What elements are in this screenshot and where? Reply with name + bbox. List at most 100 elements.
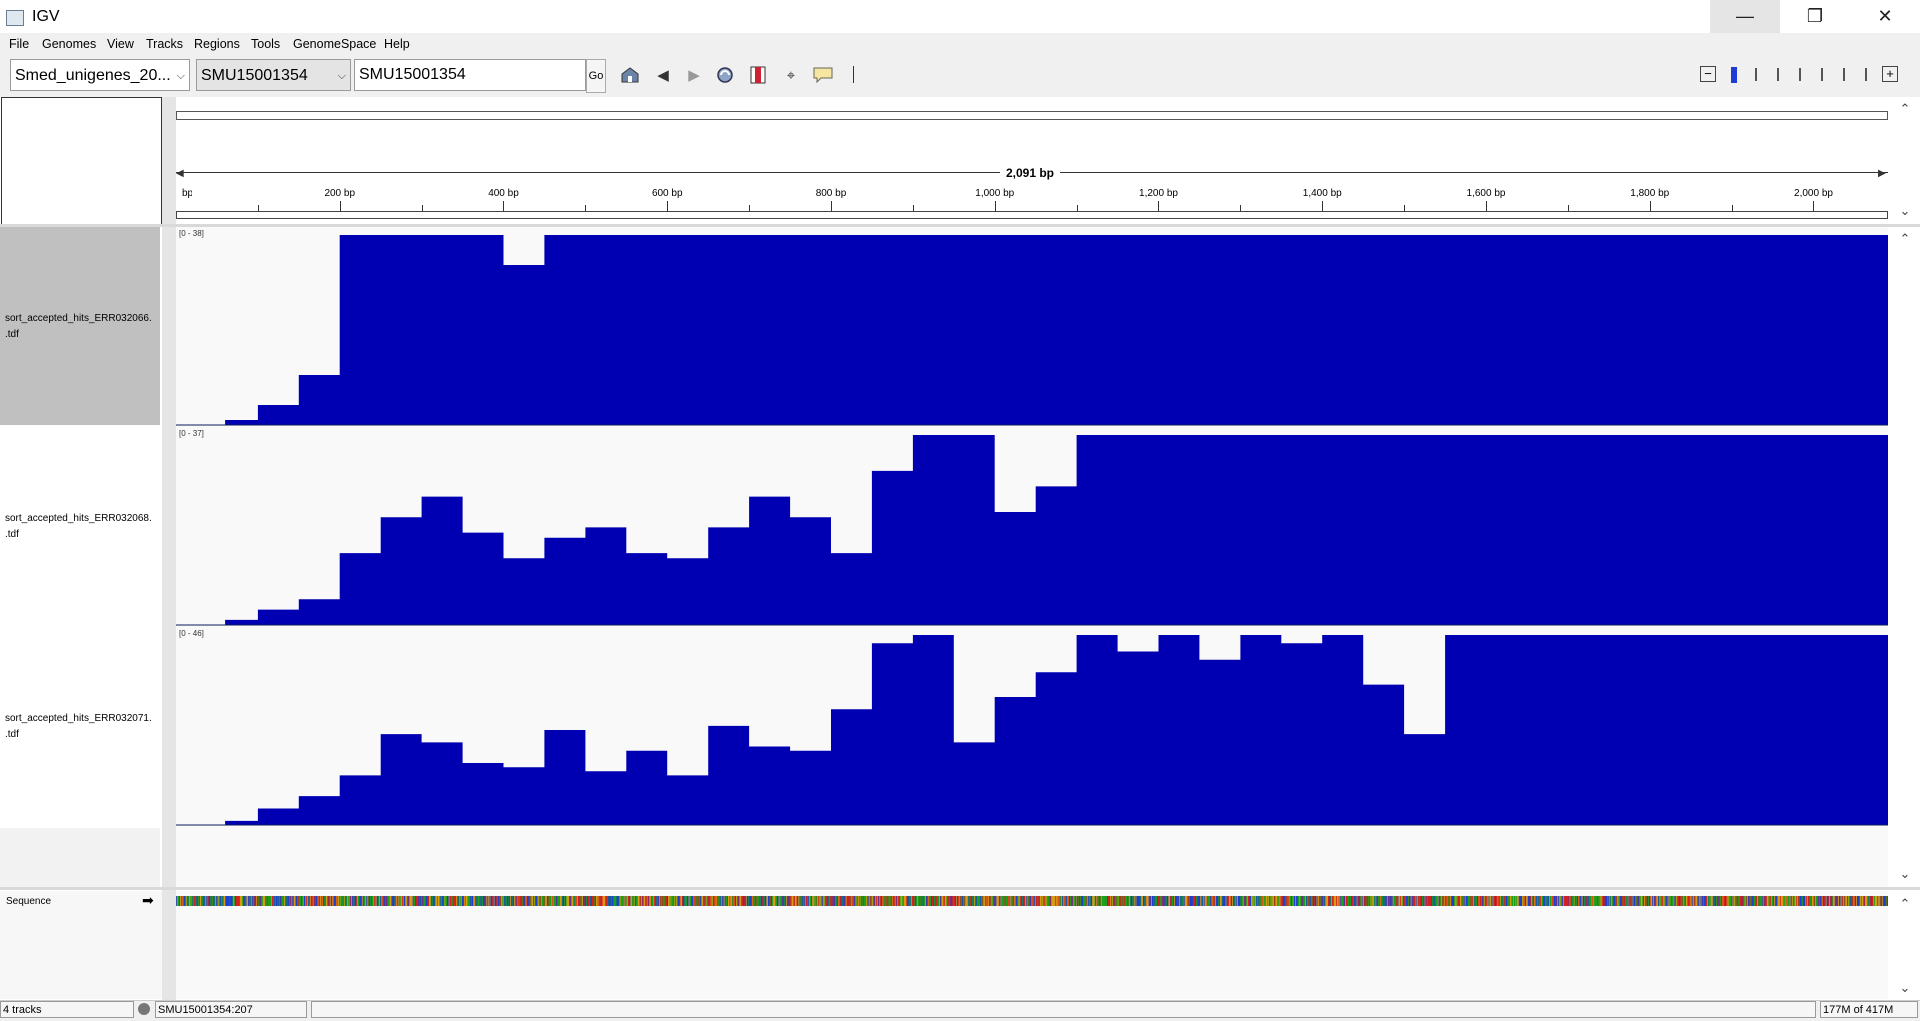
menu-file[interactable]: File xyxy=(9,37,29,51)
back-icon[interactable]: ◀ xyxy=(652,64,674,86)
ruler-tick-label: 400 bp xyxy=(488,188,519,199)
ruler-tick xyxy=(1322,201,1324,211)
message-status xyxy=(311,1001,1816,1018)
sequence-track-label[interactable]: Sequence xyxy=(6,896,51,907)
chevron-down-icon: ⌵ xyxy=(337,70,346,82)
genome-dropdown[interactable]: Smed_unigenes_20... ⌵ xyxy=(10,59,190,91)
genome-value: Smed_unigenes_20... xyxy=(15,67,171,84)
coverage-area-track-1[interactable] xyxy=(176,235,1888,425)
zoom-tick[interactable] xyxy=(1843,68,1845,81)
menu-tools[interactable]: Tools xyxy=(251,37,280,51)
ruler-tick xyxy=(1485,201,1487,211)
ruler-tick xyxy=(503,201,505,211)
refresh-icon[interactable] xyxy=(714,64,736,86)
ruler-icon[interactable] xyxy=(853,66,854,83)
ruler-tick xyxy=(1158,201,1160,211)
zoom-out-button[interactable]: − xyxy=(1700,66,1716,82)
region-icon[interactable] xyxy=(747,64,769,86)
close-button[interactable]: ✕ xyxy=(1850,0,1920,33)
track-name-ext: .tdf xyxy=(5,729,19,740)
resize-icon[interactable]: ⌖ xyxy=(780,64,802,86)
menu-view[interactable]: View xyxy=(107,37,134,51)
track-name-text: sort_accepted_hits_ERR032066. xyxy=(5,313,152,324)
chromosome-value: SMU15001354 xyxy=(201,67,308,84)
menu-regions[interactable]: Regions xyxy=(194,37,240,51)
window-title: IGV xyxy=(32,8,60,25)
menu-genomespace[interactable]: GenomeSpace xyxy=(293,37,376,51)
ruler-tick-label: 200 bp xyxy=(324,188,356,199)
scroll-up-icon[interactable]: ⌃ xyxy=(1897,896,1913,912)
minimize-button[interactable]: — xyxy=(1710,0,1780,33)
zoom-tick[interactable] xyxy=(1865,68,1867,81)
scroll-down-icon[interactable]: ⌄ xyxy=(1897,980,1913,996)
forward-icon[interactable]: ▶ xyxy=(683,64,705,86)
ruler-tick xyxy=(1813,201,1815,211)
ruler-tick-label: 1,200 bp xyxy=(1139,188,1178,199)
name-data-divider[interactable] xyxy=(162,97,176,1002)
igv-app-icon xyxy=(6,10,24,26)
coverage-data-panel[interactable] xyxy=(176,227,1888,887)
restore-button[interactable]: ❐ xyxy=(1780,0,1850,33)
track-range-label: [0 - 37] xyxy=(179,429,204,438)
track-name-text: sort_accepted_hits_ERR032068. xyxy=(5,513,152,524)
track-names-panel: sort_accepted_hits_ERR032066. .tdf sort_… xyxy=(0,227,162,887)
zoom-level-indicator[interactable] xyxy=(1731,67,1737,83)
chevron-down-icon: ⌵ xyxy=(176,70,185,82)
sequence-panel[interactable] xyxy=(176,891,1888,999)
memory-status: 177M of 417M xyxy=(1820,1001,1918,1018)
popup-text-icon[interactable] xyxy=(812,64,834,86)
zoom-tick[interactable] xyxy=(1799,68,1801,81)
scroll-up-icon[interactable]: ⌃ xyxy=(1897,101,1913,117)
ruler-tick-label: 1,600 bp xyxy=(1466,188,1506,199)
sequence-bases xyxy=(176,896,1888,906)
coverage-chart[interactable] xyxy=(176,227,1888,887)
ruler-tick xyxy=(339,201,341,211)
span-arrow-right-icon: ▶ xyxy=(1878,168,1886,179)
header-name-panel xyxy=(1,97,162,225)
coverage-area-track-3[interactable] xyxy=(176,635,1888,825)
names-empty-area xyxy=(0,828,160,887)
ruler-tick xyxy=(667,201,669,211)
title-bar xyxy=(0,0,1920,33)
scroll-down-icon[interactable]: ⌄ xyxy=(1897,866,1913,882)
chromosome-ideogram[interactable] xyxy=(176,111,1888,120)
track-name[interactable]: sort_accepted_hits_ERR032068. .tdf xyxy=(0,427,160,625)
scroll-down-icon[interactable]: ⌄ xyxy=(1897,203,1913,219)
ruler-tick xyxy=(994,201,996,211)
position-status: SMU15001354:207 xyxy=(155,1001,307,1018)
track-name-ext: .tdf xyxy=(5,529,19,540)
minimize-icon: — xyxy=(1736,6,1754,26)
sequence-name-panel xyxy=(0,891,162,999)
track-name-ext: .tdf xyxy=(5,329,19,340)
scroll-up-icon[interactable]: ⌃ xyxy=(1897,231,1913,247)
locus-search-input[interactable] xyxy=(354,59,586,91)
track-range-label: [0 - 38] xyxy=(179,229,204,238)
ruler-tick-label: bp xyxy=(182,188,192,199)
zoom-tick[interactable] xyxy=(1777,68,1779,81)
coverage-area-track-2[interactable] xyxy=(176,435,1888,625)
menu-help[interactable]: Help xyxy=(384,37,410,51)
ruler-tick-label: 1,400 bp xyxy=(1302,188,1342,199)
panel-divider[interactable] xyxy=(0,887,1920,890)
menu-tracks[interactable]: Tracks xyxy=(146,37,183,51)
zoom-in-button[interactable]: + xyxy=(1882,66,1898,82)
chromosome-dropdown[interactable]: SMU15001354 ⌵ xyxy=(196,59,351,91)
strand-arrow-icon[interactable]: ➡ xyxy=(142,892,154,909)
zoom-tick[interactable] xyxy=(1755,68,1757,81)
ruler-tick xyxy=(1649,201,1651,211)
ruler-base-bar xyxy=(176,211,1888,219)
track-name-text: sort_accepted_hits_ERR032071. xyxy=(5,713,152,724)
zoom-tick[interactable] xyxy=(1821,68,1823,81)
menu-genomes[interactable]: Genomes xyxy=(42,37,96,51)
go-button[interactable]: Go xyxy=(586,59,606,93)
bp-span-label: 2,091 bp xyxy=(1000,166,1060,180)
status-indicator-icon xyxy=(138,1003,150,1015)
ruler-tick-label: 800 bp xyxy=(815,188,847,199)
track-name[interactable]: sort_accepted_hits_ERR032066. .tdf xyxy=(0,227,160,425)
ruler-tick xyxy=(830,201,832,211)
restore-icon: ❐ xyxy=(1806,6,1824,26)
close-icon: ✕ xyxy=(1877,6,1893,26)
sequence-base xyxy=(1887,896,1888,906)
home-icon[interactable] xyxy=(619,64,641,86)
track-name[interactable]: sort_accepted_hits_ERR032071. .tdf xyxy=(0,627,160,825)
